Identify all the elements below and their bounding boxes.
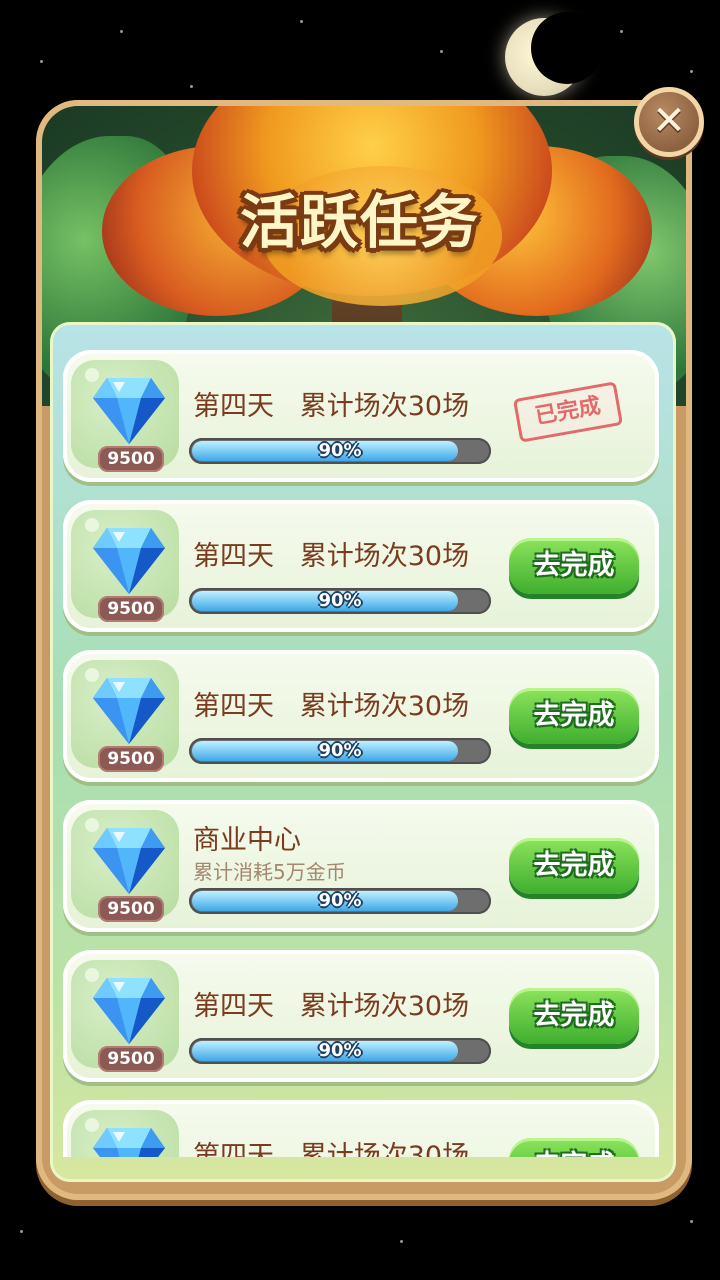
progress-bar: 90% [189, 588, 491, 614]
moon-icon [505, 12, 603, 96]
task-card: 9500 第四天 累计场次30场 90% 已完成 [63, 350, 659, 482]
reward-amount: 9500 [98, 1046, 164, 1072]
progress-label: 90% [318, 1040, 362, 1061]
reward-box: 9500 [71, 960, 179, 1072]
diamond-icon [93, 528, 165, 594]
progress-bar: 90% [189, 1038, 491, 1064]
progress-bar: 90% [189, 438, 491, 464]
reward-box: 9500 [71, 360, 179, 472]
dialog-title: 活跃任务 [239, 188, 480, 256]
task-title: 第四天 累计场次30场 [193, 541, 470, 572]
close-icon: ✕ [652, 97, 686, 144]
reward-amount: 9500 [98, 446, 164, 472]
close-button[interactable]: ✕ [634, 87, 704, 157]
task-title: 第四天 累计场次30场 [193, 391, 470, 422]
go-complete-button[interactable]: 去完成 [509, 1138, 639, 1157]
task-card: 9500 第四天 累计场次30场 90% 去完成 [63, 1100, 659, 1157]
completed-stamp: 已完成 [512, 381, 624, 443]
go-complete-button[interactable]: 去完成 [509, 688, 639, 744]
progress-label: 90% [318, 740, 362, 761]
task-subtitle: 累计消耗5万金币 [193, 860, 346, 884]
go-complete-button[interactable]: 去完成 [509, 838, 639, 894]
progress-label: 90% [318, 440, 362, 461]
task-title: 第四天 累计场次30场 [193, 991, 470, 1022]
diamond-icon [93, 678, 165, 744]
task-card: 9500 第四天 累计场次30场 90% 去完成 [63, 650, 659, 782]
task-card: 9500 商业中心 累计消耗5万金币 90% 去完成 [63, 800, 659, 932]
task-title: 第四天 累计场次30场 [193, 1141, 470, 1157]
diamond-icon [93, 378, 165, 444]
reward-amount: 9500 [98, 596, 164, 622]
reward-box: 9500 [71, 810, 179, 922]
task-card: 9500 第四天 累计场次30场 90% 去完成 [63, 950, 659, 1082]
reward-box: 9500 [71, 1110, 179, 1157]
task-title: 商业中心 [193, 825, 301, 856]
reward-amount: 9500 [98, 896, 164, 922]
progress-label: 90% [318, 590, 362, 611]
progress-label: 90% [318, 890, 362, 911]
diamond-icon [93, 828, 165, 894]
go-complete-button[interactable]: 去完成 [509, 538, 639, 594]
task-panel: 9500 第四天 累计场次30场 90% 已完成 9500 第四天 累计场次30… [50, 322, 676, 1182]
reward-box: 9500 [71, 510, 179, 622]
task-list[interactable]: 9500 第四天 累计场次30场 90% 已完成 9500 第四天 累计场次30… [50, 322, 676, 1157]
task-card: 9500 第四天 累计场次30场 90% 去完成 [63, 500, 659, 632]
progress-bar: 90% [189, 888, 491, 914]
diamond-icon [93, 978, 165, 1044]
progress-bar: 90% [189, 738, 491, 764]
diamond-icon [93, 1128, 165, 1157]
reward-amount: 9500 [98, 746, 164, 772]
task-title: 第四天 累计场次30场 [193, 691, 470, 722]
reward-box: 9500 [71, 660, 179, 772]
go-complete-button[interactable]: 去完成 [509, 988, 639, 1044]
